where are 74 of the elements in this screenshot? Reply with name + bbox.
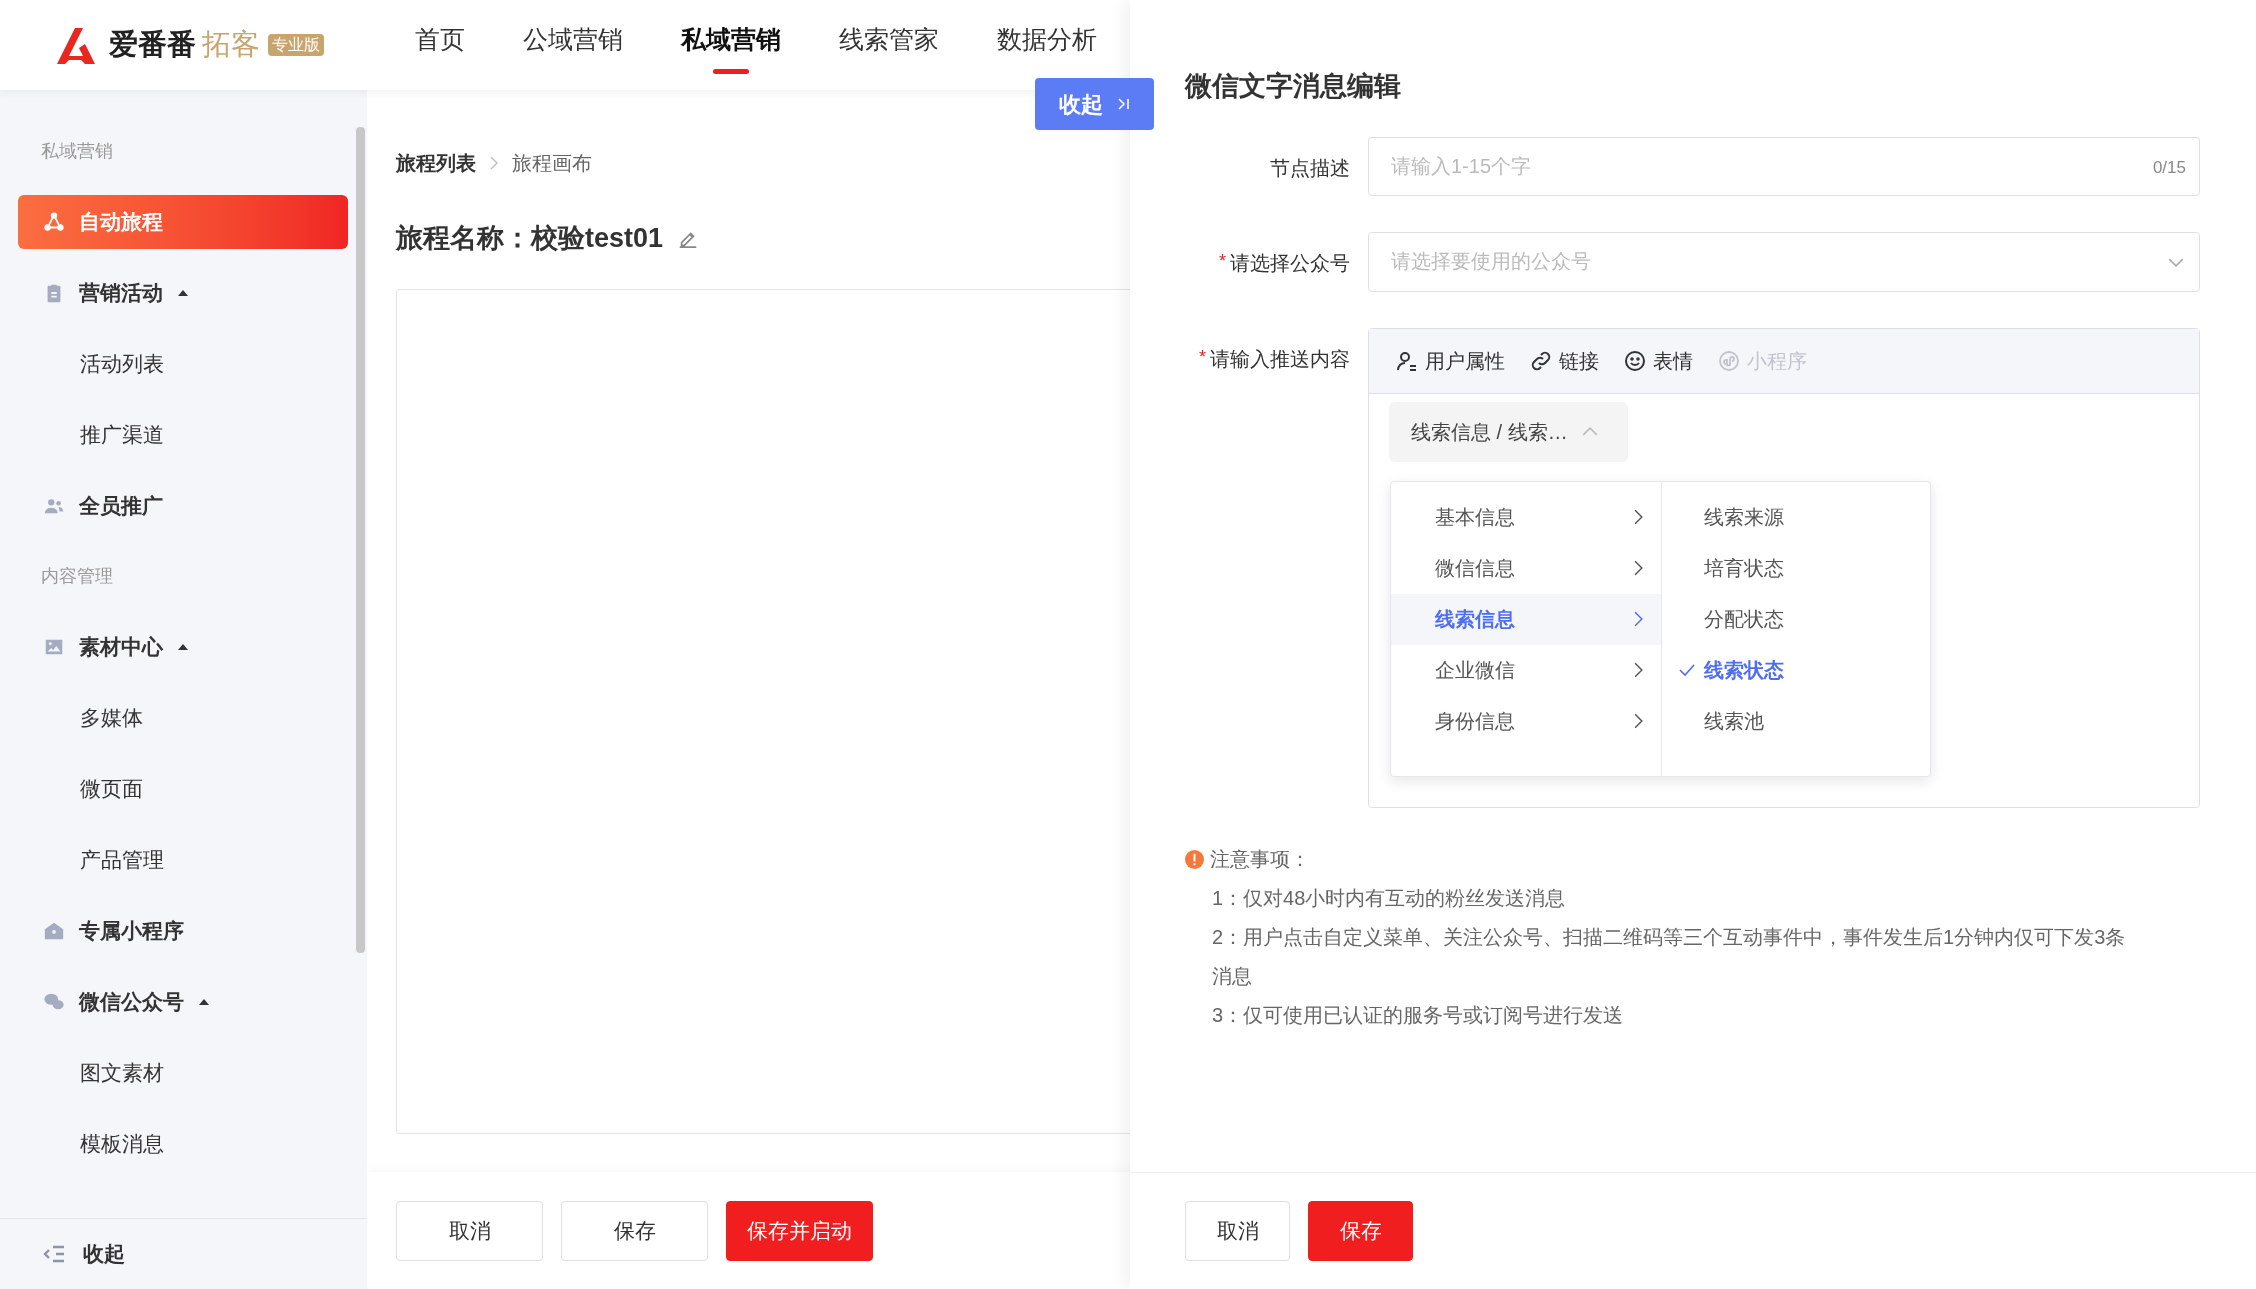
collapse-button[interactable]: 收起 <box>83 1238 125 1270</box>
nav-tab[interactable]: 数据分析 <box>997 18 1097 74</box>
sidebar-item[interactable]: 专属小程序 <box>18 903 348 958</box>
sidebar-item[interactable]: 营销活动 <box>18 265 348 320</box>
cascader-option[interactable]: 线索来源 <box>1662 491 1930 543</box>
variable-tag[interactable]: 线索信息 / 线索… <box>1389 401 1628 462</box>
breadcrumb-link[interactable]: 旅程列表 <box>396 148 476 178</box>
sidebar-item[interactable]: 素材中心 <box>18 619 348 674</box>
breadcrumb-current: 旅程画布 <box>512 151 592 176</box>
cascader-option[interactable]: 身份信息 <box>1391 695 1661 747</box>
sidebar-item[interactable]: 微信公众号 <box>18 974 348 1029</box>
char-counter: 0/15 <box>2152 156 2186 179</box>
chevron-right-icon <box>1634 713 1643 729</box>
notes-title: 注意事项： <box>1210 846 1310 872</box>
cascader-option[interactable]: 基本信息 <box>1391 491 1661 543</box>
default-button[interactable]: 取消 <box>396 1200 543 1261</box>
logo-name: 爱番番 <box>109 27 196 63</box>
toolbar-button[interactable]: 链接 <box>1529 345 1599 376</box>
chevron-up-icon <box>1581 427 1598 436</box>
collapse-icon <box>43 1245 65 1263</box>
cascader-option[interactable]: 分配状态 <box>1662 593 1930 645</box>
smiley-icon <box>1623 348 1647 373</box>
cascader-option[interactable]: 线索状态 <box>1662 644 1930 696</box>
sidebar-subitem[interactable]: 图文素材 <box>80 1056 164 1089</box>
chevron-right-icon <box>1634 560 1643 576</box>
primary-button[interactable]: 保存并启动 <box>726 1200 873 1261</box>
required-mark: * <box>1199 345 1206 369</box>
cascader-option[interactable]: 培育状态 <box>1662 542 1930 594</box>
cascader-option[interactable]: 线索池 <box>1662 695 1930 747</box>
primary-button[interactable]: 保存 <box>1308 1201 1413 1261</box>
nav-tab[interactable]: 私域营销 <box>681 18 781 74</box>
edition-badge: 专业版 <box>268 34 324 56</box>
section-label: 私域营销 <box>41 139 113 163</box>
nodes-icon <box>43 210 65 233</box>
cascader-option[interactable]: 企业微信 <box>1391 644 1661 696</box>
default-button[interactable]: 保存 <box>561 1200 708 1261</box>
chevron-down-icon <box>2168 257 2184 267</box>
chevron-right-icon <box>1634 662 1643 678</box>
nav-tab[interactable]: 公域营销 <box>523 18 623 74</box>
cascader-option[interactable]: 线索信息 <box>1391 593 1661 645</box>
sidebar-subitem[interactable]: 微页面 <box>80 772 143 805</box>
logo-product: 拓客 <box>202 27 260 63</box>
field-label: 节点描述 <box>1270 155 1350 181</box>
field-label: 请输入推送内容 <box>1210 346 1350 372</box>
sidebar-item[interactable]: 全员推广 <box>18 478 348 533</box>
drawer-title: 微信文字消息编辑 <box>1185 70 1402 103</box>
account-select[interactable]: 请选择要使用的公众号 <box>1368 231 2200 292</box>
caret-icon <box>177 642 189 651</box>
note-text: 2：用户点击自定义菜单、关注公众号、扫描二维码等三个互动事件中，事件发生后1分钟内仅可下发3条消息 <box>1211 924 2127 989</box>
note-text: 1：仅对48小时内有互动的粉丝发送消息 <box>1211 885 1567 911</box>
journey-title: 旅程名称：校验test01 <box>396 222 664 255</box>
required-mark: * <box>1219 249 1226 273</box>
sidebar-subitem[interactable]: 多媒体 <box>80 701 143 734</box>
chevron-right-icon <box>490 156 498 170</box>
field-label: 请选择公众号 <box>1230 250 1350 276</box>
caret-icon <box>177 288 189 297</box>
toolbar-button[interactable]: 表情 <box>1623 345 1693 376</box>
collapse-panel-button[interactable]: 收起 <box>1035 78 1154 130</box>
sidebar-subitem[interactable]: 产品管理 <box>80 843 164 876</box>
mini-program-icon <box>1717 348 1741 373</box>
nav-tab[interactable]: 线索管家 <box>839 18 939 74</box>
warning-icon <box>1185 849 1204 869</box>
chevron-right-icon <box>1634 509 1643 525</box>
caret-icon <box>198 997 210 1006</box>
cascader-option[interactable]: 微信信息 <box>1391 542 1661 594</box>
sidebar-subitem[interactable]: 活动列表 <box>80 347 164 380</box>
default-button[interactable]: 取消 <box>1185 1201 1290 1261</box>
sidebar-subitem[interactable]: 推广渠道 <box>80 418 164 451</box>
section-label: 内容管理 <box>41 564 113 588</box>
toolbar-button[interactable]: 用户属性 <box>1395 345 1505 376</box>
nav-tab[interactable]: 首页 <box>415 18 465 74</box>
sidebar-subitem[interactable]: 模板消息 <box>80 1127 164 1160</box>
note-text: 3：仅可使用已认证的服务号或订阅号进行发送 <box>1211 1002 1625 1028</box>
chevron-right-icon <box>1634 611 1643 627</box>
